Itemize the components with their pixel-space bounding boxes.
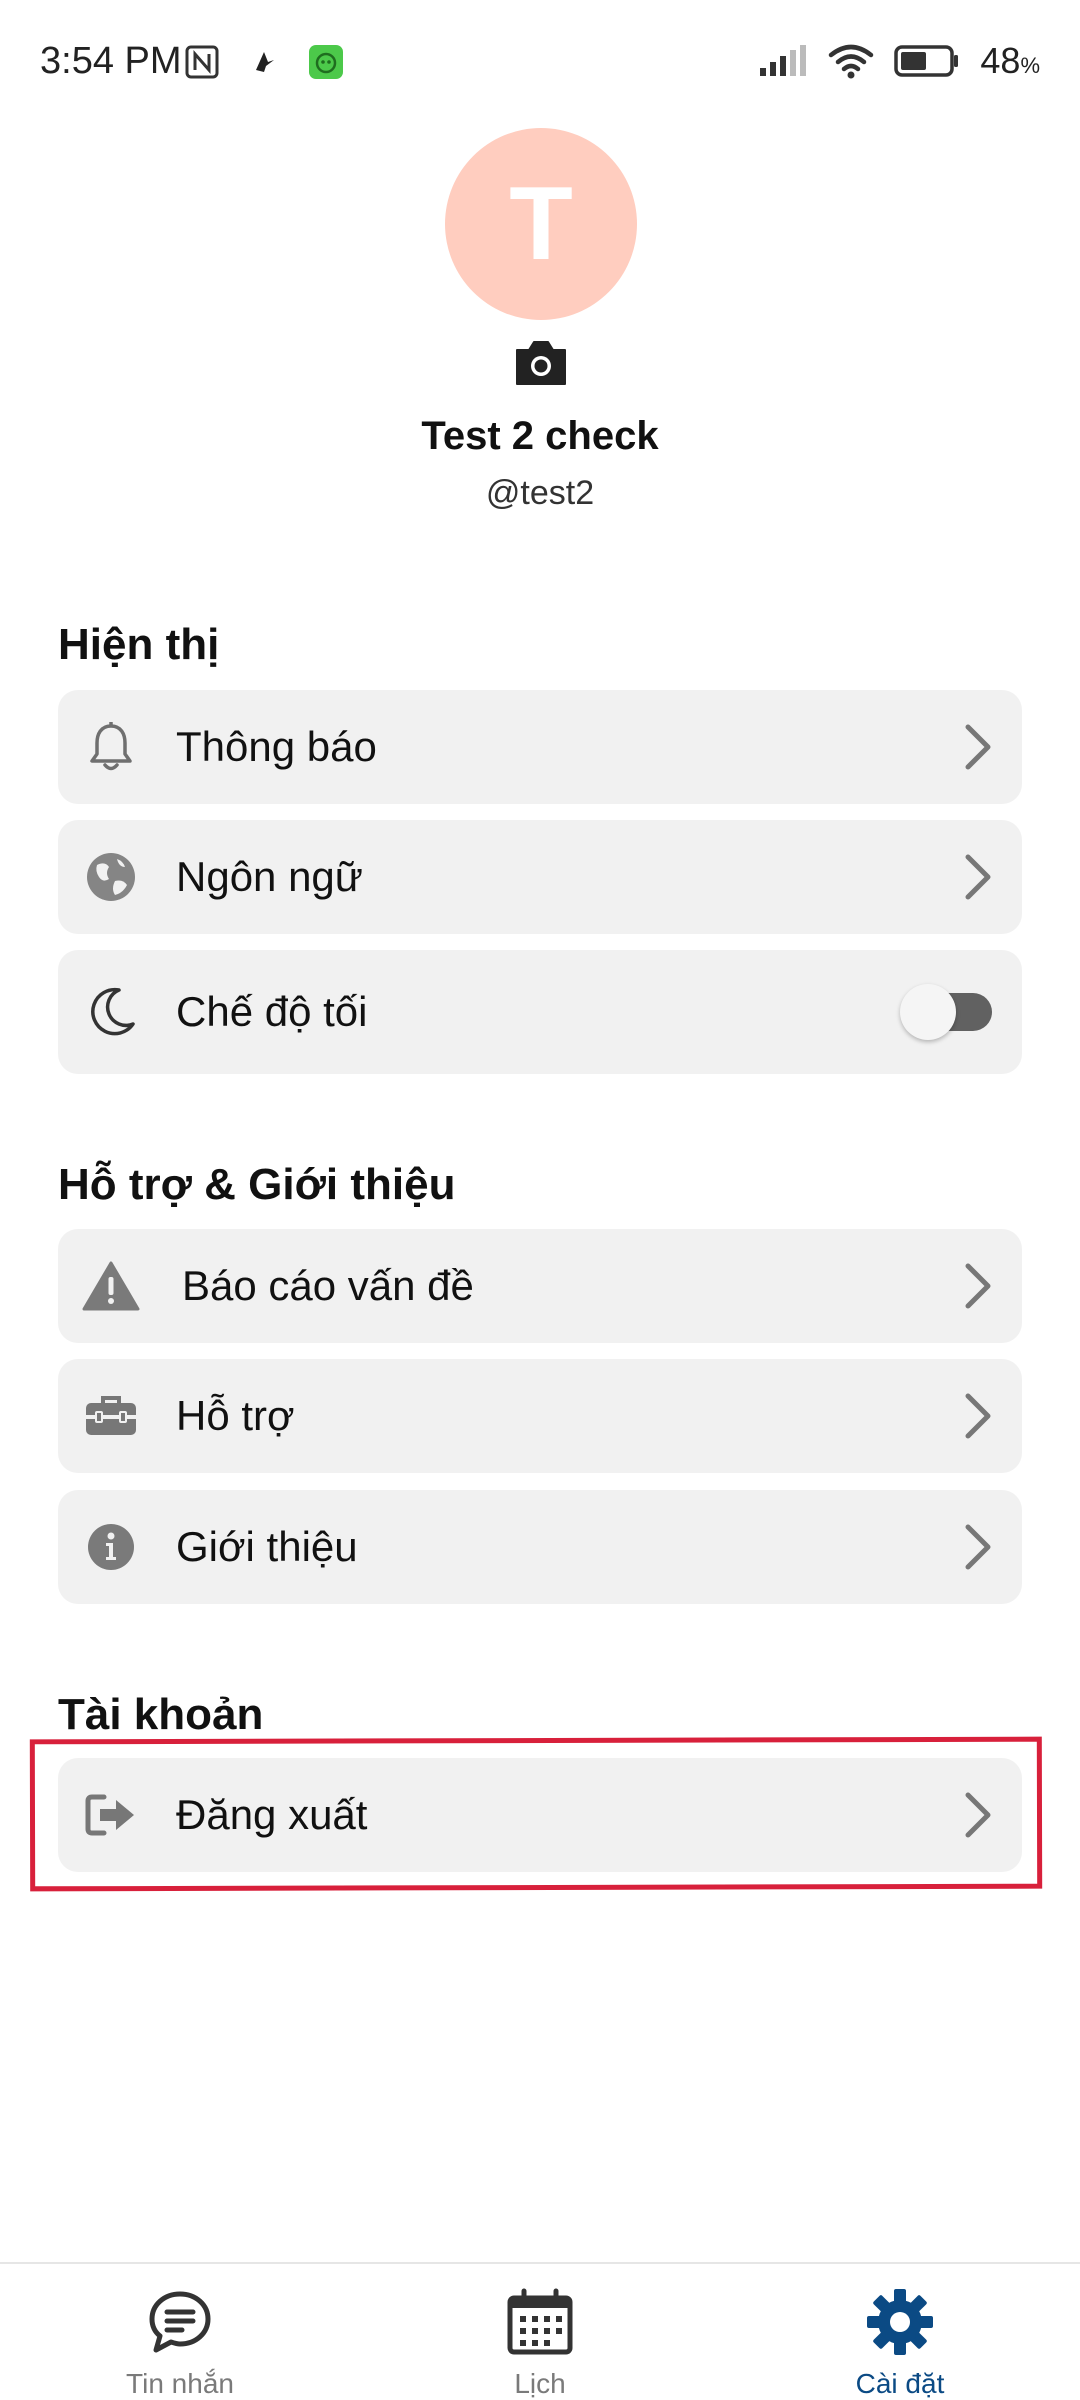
warning-icon [82, 1257, 140, 1315]
bottom-nav: Tin nhắn Lịch Cài đặt [0, 2262, 1080, 2400]
settings-row-report-issue[interactable]: Báo cáo vấn đề [58, 1229, 1022, 1343]
avatar[interactable]: T [445, 128, 637, 320]
globe-icon [82, 848, 140, 906]
chevron-right-icon [965, 1393, 991, 1439]
highlight-annotation [29, 1736, 1043, 1892]
status-bar: 3:54 PM 48% [0, 0, 1080, 120]
nav-item-calendar[interactable]: Lịch [390, 2264, 690, 2400]
app-notification-icon [309, 45, 343, 79]
gear-icon [867, 2289, 933, 2355]
settings-row-notifications[interactable]: Thông báo [58, 690, 1022, 804]
section-title-display: Hiện thị [58, 620, 220, 669]
nfc-icon [185, 45, 219, 79]
row-label: Báo cáo vấn đề [182, 1262, 474, 1309]
signal-icon [760, 45, 807, 76]
camera-icon[interactable] [513, 338, 569, 386]
battery-icon [894, 45, 959, 77]
chevron-right-icon [965, 724, 991, 770]
profile-handle: @test2 [485, 474, 595, 512]
status-notification-icons [184, 44, 344, 80]
toolbox-icon [82, 1387, 140, 1445]
bell-icon [82, 718, 140, 776]
settings-row-about[interactable]: Giới thiệu [58, 1490, 1022, 1604]
row-label: Thông báo [176, 723, 377, 770]
status-time: 3:54 PM [40, 40, 182, 82]
chevron-right-icon [965, 1524, 991, 1570]
chat-icon [149, 2291, 211, 2353]
section-title-account: Tài khoản [58, 1690, 264, 1739]
row-label: Giới thiệu [176, 1523, 358, 1570]
toggle-knob [900, 984, 956, 1040]
bird-icon [256, 52, 274, 72]
row-label: Hỗ trợ [176, 1392, 295, 1439]
wifi-icon [829, 44, 874, 79]
status-right-icons: 48% [758, 40, 1040, 82]
info-icon [82, 1518, 140, 1576]
row-label: Ngôn ngữ [176, 853, 363, 900]
battery-level: 48% [980, 40, 1040, 81]
nav-item-settings[interactable]: Cài đặt [750, 2264, 1050, 2400]
settings-row-support[interactable]: Hỗ trợ [58, 1359, 1022, 1473]
nav-item-messages[interactable]: Tin nhắn [30, 2264, 330, 2400]
moon-icon [82, 983, 140, 1041]
row-label: Chế độ tối [176, 988, 368, 1035]
settings-screen: 3:54 PM 48% T Test 2 check @test2 Hiện t… [0, 0, 1080, 2400]
dark-mode-toggle[interactable] [900, 984, 992, 1040]
calendar-icon [507, 2288, 573, 2355]
chevron-right-icon [965, 1263, 991, 1309]
profile-name: Test 2 check [421, 414, 659, 458]
nav-label: Lịch [514, 2368, 566, 2399]
avatar-initial: T [509, 165, 573, 282]
section-title-support: Hỗ trợ & Giới thiệu [58, 1160, 456, 1209]
chevron-right-icon [965, 854, 991, 900]
nav-label: Cài đặt [855, 2368, 945, 2399]
settings-row-language[interactable]: Ngôn ngữ [58, 820, 1022, 934]
settings-row-dark-mode[interactable]: Chế độ tối [58, 950, 1022, 1074]
nav-label: Tin nhắn [126, 2368, 234, 2399]
